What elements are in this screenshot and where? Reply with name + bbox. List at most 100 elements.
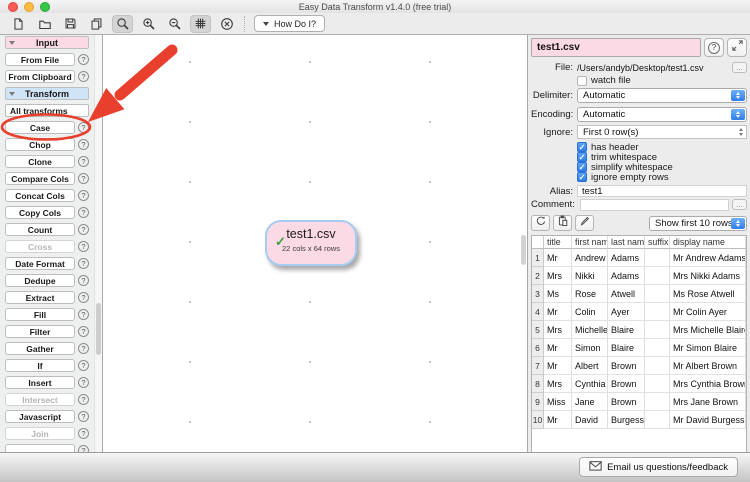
help-icon[interactable]: ? — [78, 71, 89, 82]
watch-file-checkbox[interactable] — [577, 76, 587, 86]
transform-filter-dropdown[interactable]: All transforms — [5, 104, 89, 117]
help-icon[interactable]: ? — [78, 428, 89, 439]
help-icon[interactable]: ? — [78, 360, 89, 371]
dedupe-button[interactable]: Dedupe — [5, 274, 75, 287]
help-icon[interactable]: ? — [78, 411, 89, 422]
delimiter-dropdown[interactable]: Automatic — [577, 88, 747, 103]
help-icon[interactable]: ? — [78, 258, 89, 269]
if-button[interactable]: If — [5, 359, 75, 372]
help-icon[interactable]: ? — [78, 156, 89, 167]
help-icon[interactable]: ? — [78, 241, 89, 252]
table-row[interactable]: 6MrSimonBlaireMr Simon Blaire — [532, 339, 746, 357]
date-format-button[interactable]: Date Format — [5, 257, 75, 270]
table-row[interactable]: 7MrAlbertBrownMr Albert Brown — [532, 357, 746, 375]
help-icon[interactable]: ? — [78, 190, 89, 201]
table-row[interactable]: 9MissJaneBrownMrs Jane Brown — [532, 393, 746, 411]
help-icon[interactable]: ? — [78, 54, 89, 65]
minimize-window-button[interactable] — [24, 2, 34, 12]
browse-file-button[interactable]: ... — [732, 62, 747, 73]
cancel-button[interactable] — [216, 15, 237, 33]
zoom-out-button[interactable] — [164, 15, 185, 33]
copy-cols-button[interactable]: Copy Cols — [5, 206, 75, 219]
chop-button[interactable]: Chop — [5, 138, 75, 151]
duplicate-button[interactable] — [86, 15, 107, 33]
copy-to-clipboard-button[interactable] — [553, 215, 572, 231]
table-row[interactable]: 10MrDavidBurgessMr David Burgess — [532, 411, 746, 429]
table-row[interactable]: 8MrsCynthiaBrownMrs Cynthia Brown — [532, 375, 746, 393]
help-icon[interactable]: ? — [78, 275, 89, 286]
canvas[interactable]: ✓ test1.csv 22 cols x 64 rows — [103, 35, 527, 453]
transform-section-header[interactable]: Transform — [5, 87, 89, 100]
from-file-button[interactable]: From File — [5, 53, 75, 66]
fill-button[interactable]: Fill — [5, 308, 75, 321]
zoom-window-button[interactable] — [40, 2, 50, 12]
compare-cols-button[interactable]: Compare Cols — [5, 172, 75, 185]
column-header-title[interactable]: title — [544, 236, 572, 249]
save-file-button[interactable] — [60, 15, 81, 33]
show-rows-dropdown[interactable]: Show first 10 rows — [649, 216, 747, 231]
row-number-header — [532, 236, 544, 249]
help-icon[interactable]: ? — [78, 394, 89, 405]
comment-field[interactable] — [580, 199, 729, 211]
help-icon[interactable]: ? — [78, 292, 89, 303]
edit-button[interactable] — [575, 215, 594, 231]
table-cell — [645, 249, 670, 267]
ignore-empty-rows-checkbox[interactable]: ✓ — [577, 172, 587, 182]
concat-cols-button[interactable]: Concat Cols — [5, 189, 75, 202]
table-row[interactable]: 1MrAndrewAdamsMr Andrew Adams — [532, 249, 746, 267]
sidebar-scrollbar[interactable] — [94, 35, 102, 453]
comment-more-button[interactable]: ... — [732, 199, 747, 210]
column-header-first-name[interactable]: first name — [572, 236, 608, 249]
from-clipboard-button[interactable]: From Clipboard — [5, 70, 75, 83]
column-header-suffix[interactable]: suffix — [645, 236, 670, 249]
new-file-button[interactable] — [8, 15, 29, 33]
node-name-field[interactable]: test1.csv — [531, 38, 701, 57]
canvas-scrollbar-thumb[interactable] — [521, 235, 526, 265]
case-button[interactable]: Case — [5, 121, 75, 134]
help-icon[interactable]: ? — [78, 224, 89, 235]
table-cell: Mr Colin Ayer — [670, 303, 746, 321]
filter-button[interactable]: Filter — [5, 325, 75, 338]
help-icon[interactable]: ? — [78, 207, 89, 218]
data-preview-table[interactable]: titlefirst namelast namesuffixdisplay na… — [531, 235, 747, 453]
input-section-header[interactable]: Input — [5, 36, 89, 49]
grid-dot — [189, 421, 191, 423]
close-window-button[interactable] — [8, 2, 18, 12]
toggle-grid-button[interactable] — [190, 15, 211, 33]
trim-whitespace-checkbox[interactable]: ✓ — [577, 152, 587, 162]
help-icon[interactable]: ? — [78, 309, 89, 320]
how-do-i-button[interactable]: How Do I? — [254, 15, 325, 32]
count-button[interactable]: Count — [5, 223, 75, 236]
simplify-whitespace-checkbox[interactable]: ✓ — [577, 162, 587, 172]
expand-button[interactable] — [727, 38, 747, 57]
insert-button[interactable]: Insert — [5, 376, 75, 389]
help-icon[interactable]: ? — [78, 343, 89, 354]
help-icon[interactable]: ? — [78, 377, 89, 388]
table-row[interactable]: 5MrsMichelleBlaireMrs Michelle Blaire — [532, 321, 746, 339]
alias-field[interactable]: test1 — [577, 185, 747, 197]
clone-button[interactable]: Clone — [5, 155, 75, 168]
javascript-button[interactable]: Javascript — [5, 410, 75, 423]
has-header-checkbox[interactable]: ✓ — [577, 142, 587, 152]
refresh-button[interactable] — [531, 215, 550, 231]
extract-button[interactable]: Extract — [5, 291, 75, 304]
table-row[interactable]: 2MrsNikkiAdamsMrs Nikki Adams — [532, 267, 746, 285]
help-icon[interactable]: ? — [78, 139, 89, 150]
zoom-in-button[interactable] — [138, 15, 159, 33]
column-header-display-name[interactable]: display name — [670, 236, 746, 249]
help-icon[interactable]: ? — [78, 326, 89, 337]
encoding-dropdown[interactable]: Automatic — [577, 107, 747, 122]
table-row[interactable]: 4MrColinAyerMr Colin Ayer — [532, 303, 746, 321]
sidebar-scrollbar-thumb[interactable] — [96, 303, 101, 355]
column-header-last-name[interactable]: last name — [608, 236, 645, 249]
table-row[interactable]: 3MsRoseAtwellMs Rose Atwell — [532, 285, 746, 303]
help-icon[interactable]: ? — [78, 122, 89, 133]
email-feedback-button[interactable]: Email us questions/feedback — [579, 457, 738, 477]
help-button[interactable]: ? — [704, 38, 724, 57]
node-test1-csv[interactable]: ✓ test1.csv 22 cols x 64 rows — [265, 220, 357, 266]
gather-button[interactable]: Gather — [5, 342, 75, 355]
help-icon[interactable]: ? — [78, 173, 89, 184]
pan-zoom-button[interactable] — [112, 15, 133, 33]
ignore-rows-spinner[interactable]: First 0 row(s) — [577, 125, 747, 139]
open-file-button[interactable] — [34, 15, 55, 33]
